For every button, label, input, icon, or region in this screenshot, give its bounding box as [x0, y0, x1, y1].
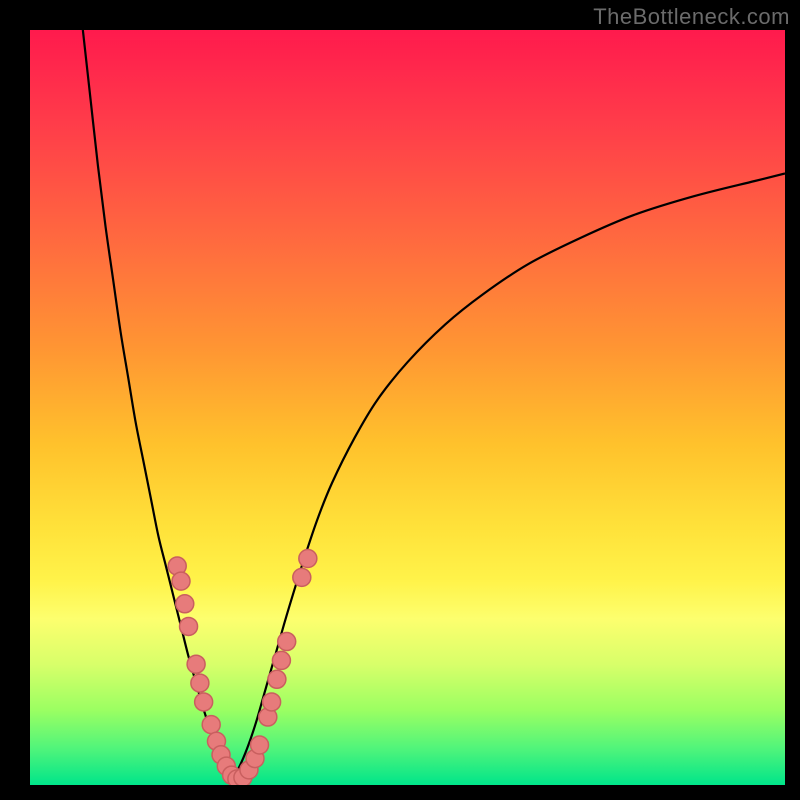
curve-marker: [251, 736, 269, 754]
plot-gradient-area: [30, 30, 785, 785]
curve-marker: [172, 572, 190, 590]
curve-marker: [187, 655, 205, 673]
chart-frame: TheBottleneck.com: [0, 0, 800, 800]
curve-marker: [268, 670, 286, 688]
watermark-text: TheBottleneck.com: [593, 4, 790, 30]
curve-marker: [202, 716, 220, 734]
curve-marker: [272, 651, 290, 669]
plot-svg: [30, 30, 785, 785]
curve-left-branch: [83, 30, 234, 777]
curve-marker: [180, 617, 198, 635]
curve-right-branch: [234, 173, 785, 777]
curve-marker: [263, 693, 281, 711]
curve-marker: [195, 693, 213, 711]
curve-marker: [293, 568, 311, 586]
curve-markers-group: [168, 550, 317, 786]
curve-marker: [176, 595, 194, 613]
curve-marker: [278, 633, 296, 651]
curve-marker: [191, 674, 209, 692]
curve-marker: [299, 550, 317, 568]
